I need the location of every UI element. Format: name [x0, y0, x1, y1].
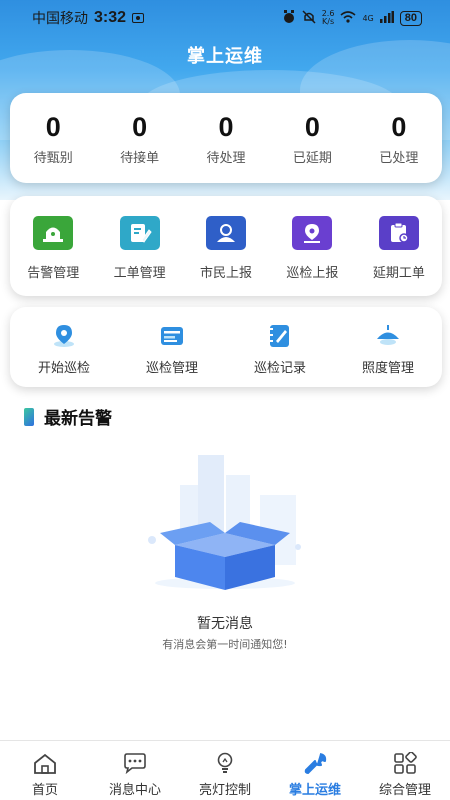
- stat-value: 0: [391, 112, 407, 142]
- list-card-icon: [157, 323, 187, 349]
- menu-label: 照度管理: [361, 361, 414, 376]
- menu-start-patrol[interactable]: 开始巡检: [10, 307, 118, 387]
- tab-label: 掌上运维: [288, 783, 341, 798]
- empty-state-title: 暂无消息: [197, 616, 253, 632]
- menu-label: 开始巡检: [37, 361, 90, 376]
- empty-box-illustration: [140, 445, 310, 595]
- clock: 3:32: [94, 9, 127, 26]
- tab-general-management[interactable]: 综合管理: [360, 741, 450, 800]
- stat-delayed[interactable]: 0 已延期: [269, 93, 355, 183]
- page-title: 掌上运维: [187, 46, 263, 67]
- tab-mobile-ops[interactable]: 掌上运维: [270, 741, 360, 800]
- signal-label: 4G: [362, 13, 374, 23]
- menu-label: 延期工单: [372, 266, 425, 281]
- stat-processed[interactable]: 0 已处理: [356, 93, 442, 183]
- clipboard-clock-icon: [378, 216, 419, 250]
- tab-label: 首页: [31, 783, 58, 798]
- tab-home[interactable]: 首页: [0, 741, 90, 800]
- menu-patrol-records[interactable]: 巡检记录: [226, 307, 334, 387]
- menu-label: 告警管理: [27, 266, 80, 281]
- stat-value: 0: [304, 112, 320, 142]
- menu-label: 工单管理: [113, 266, 166, 281]
- carrier-label: 中国移动: [32, 10, 88, 26]
- stats-card: 0 待甄别 0 待接单 0 待处理 0 已延期 0 已处理: [10, 93, 442, 183]
- chat-icon: [121, 751, 149, 775]
- tab-label: 消息中心: [108, 783, 161, 798]
- menu-label: 巡检管理: [145, 361, 198, 376]
- menu-delayed-orders[interactable]: 延期工单: [356, 196, 442, 296]
- menu-patrol-management[interactable]: 巡检管理: [118, 307, 226, 387]
- stat-label: 待处理: [206, 151, 246, 166]
- map-pin-icon: [49, 323, 79, 349]
- menu-citizen-report[interactable]: 市民上报: [183, 196, 269, 296]
- section-title: 最新告警: [44, 409, 112, 429]
- wrench-icon: [301, 751, 329, 775]
- bulb-icon: [211, 751, 239, 775]
- stat-value: 0: [132, 112, 148, 142]
- lamp-icon: [373, 323, 403, 349]
- stat-pending-accept[interactable]: 0 待接单: [96, 93, 182, 183]
- wifi-icon: [340, 10, 356, 26]
- patrol-menu-card: 开始巡检 巡检管理 巡检记录 照度管理: [10, 307, 442, 387]
- quick-menu-card: 告警管理 工单管理 市民上报 巡检上报 延期工单: [10, 196, 442, 296]
- latest-alerts-header: 最新告警: [24, 404, 112, 429]
- menu-work-order-management[interactable]: 工单管理: [96, 196, 182, 296]
- menu-label: 市民上报: [200, 266, 253, 281]
- bottom-tab-bar: 首页 消息中心 亮灯控制 掌上运维 综合管理: [0, 740, 450, 800]
- tab-label: 综合管理: [378, 783, 431, 798]
- tab-light-control[interactable]: 亮灯控制: [180, 741, 270, 800]
- menu-label: 巡检记录: [253, 361, 306, 376]
- citizen-icon: [206, 216, 247, 250]
- stat-value: 0: [218, 112, 234, 142]
- stat-label: 已处理: [379, 151, 419, 166]
- section-marker-icon: [24, 407, 34, 426]
- tab-messages[interactable]: 消息中心: [90, 741, 180, 800]
- stat-pending-process[interactable]: 0 待处理: [183, 93, 269, 183]
- menu-alarm-management[interactable]: 告警管理: [10, 196, 96, 296]
- alarm-icon: [282, 9, 296, 27]
- menu-label: 巡检上报: [286, 266, 339, 281]
- alarm-light-icon: [33, 216, 74, 250]
- battery-indicator: 80: [399, 10, 422, 26]
- notebook-pen-icon: [265, 323, 295, 349]
- mute-icon: [302, 9, 316, 27]
- home-icon: [31, 751, 59, 775]
- menu-patrol-report[interactable]: 巡检上报: [269, 196, 355, 296]
- notification-icon: [132, 10, 145, 26]
- signal-icon: [379, 10, 394, 26]
- grid-icon: [391, 751, 419, 775]
- stat-label: 已延期: [292, 151, 332, 166]
- location-pin-icon: [292, 216, 333, 250]
- stat-value: 0: [45, 112, 61, 142]
- status-bar: 中国移动 3:32 2.6 K/s 4G 80: [0, 0, 450, 36]
- empty-state-subtitle: 有消息会第一时间通知您!: [162, 638, 288, 651]
- tab-label: 亮灯控制: [198, 783, 251, 798]
- stat-label: 待接单: [120, 151, 160, 166]
- stat-pending-review[interactable]: 0 待甄别: [10, 93, 96, 183]
- stat-label: 待甄别: [33, 151, 73, 166]
- network-speed: 2.6 K/s: [321, 9, 335, 26]
- edit-order-icon: [119, 216, 160, 250]
- menu-illuminance-management[interactable]: 照度管理: [334, 307, 442, 387]
